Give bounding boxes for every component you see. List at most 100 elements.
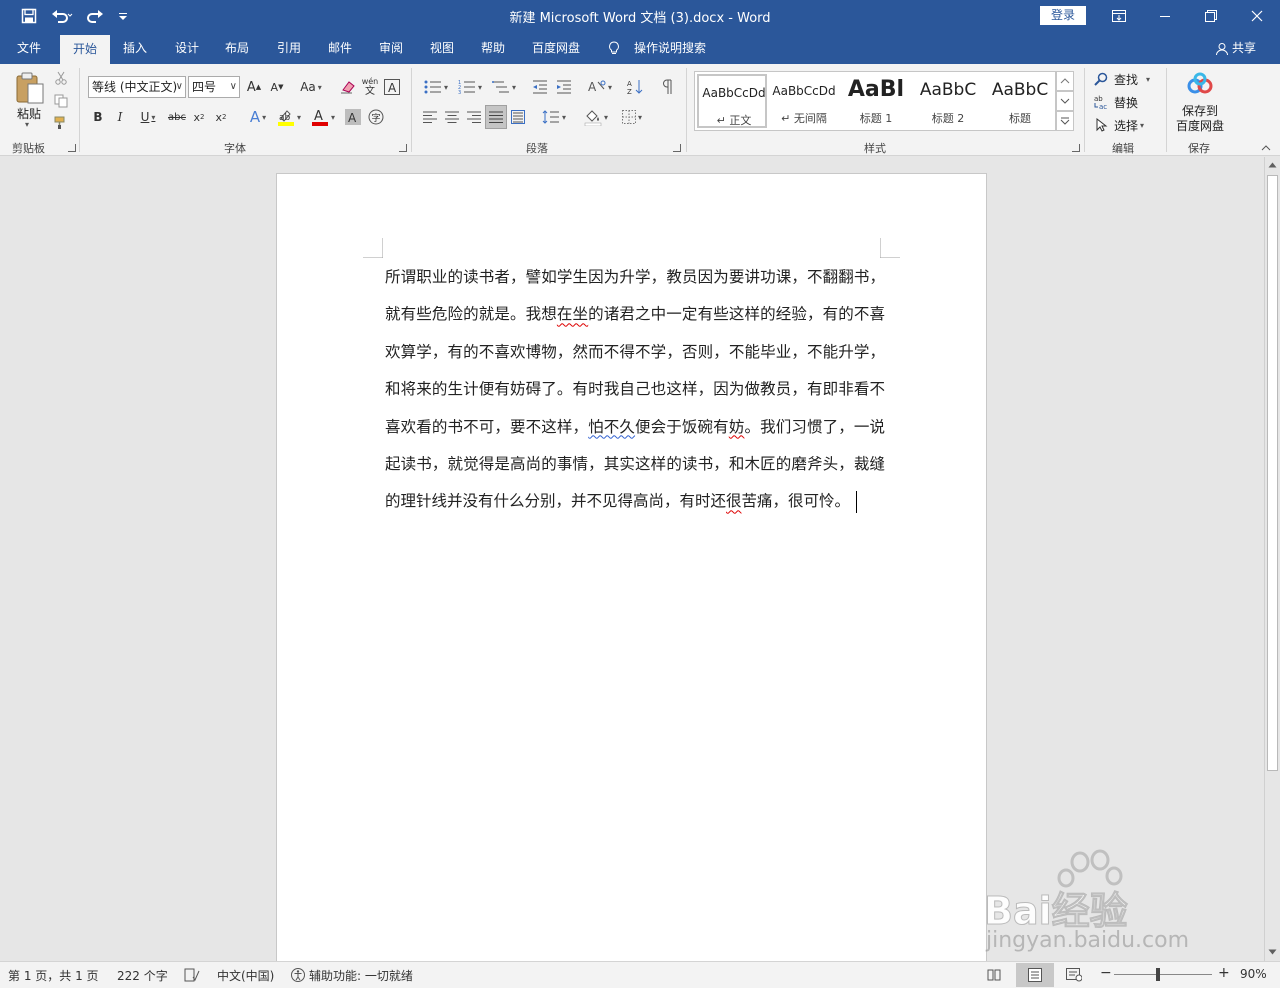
document-page[interactable]: 所谓职业的读书者，譬如学生因为升学，教员因为要讲功课，不翻翻书，就有些危险的就是… <box>276 173 987 961</box>
character-shading-icon[interactable]: A <box>343 106 363 128</box>
line-spacing-icon[interactable]: ▾ <box>538 106 570 128</box>
zoom-slider[interactable] <box>1114 974 1212 975</box>
style-title[interactable]: AaBbC 标题 <box>985 74 1055 128</box>
tab-review[interactable]: 审阅 <box>370 32 412 64</box>
paragraph-launcher-icon[interactable] <box>673 144 681 152</box>
shrink-font-icon[interactable]: A ▼ <box>268 76 286 98</box>
read-mode-icon[interactable] <box>987 968 1001 982</box>
tab-view[interactable]: 视图 <box>421 32 463 64</box>
font-name-combo[interactable]: 等线 (中文正文) ∨ <box>88 76 186 98</box>
document-body[interactable]: 所谓职业的读书者，譬如学生因为升学，教员因为要讲功课，不翻翻书，就有些危险的就是… <box>385 259 885 521</box>
style-heading-1[interactable]: AaBl 标题 1 <box>841 74 911 128</box>
paste-icon[interactable] <box>10 68 50 108</box>
shading-icon[interactable]: ▾ <box>580 106 612 128</box>
asian-layout-icon[interactable]: A ▾ <box>584 76 616 98</box>
undo-icon[interactable] <box>48 0 76 32</box>
zoom-in-button[interactable]: + <box>1218 965 1230 981</box>
enclose-characters-icon[interactable]: 字 <box>366 106 386 128</box>
style-heading-2[interactable]: AaBbC 标题 2 <box>913 74 983 128</box>
copy-icon[interactable] <box>52 92 70 110</box>
justify-icon[interactable] <box>485 105 507 129</box>
accessibility-icon[interactable] <box>290 967 306 983</box>
vertical-scrollbar[interactable] <box>1264 157 1280 961</box>
show-formatting-marks-icon[interactable] <box>658 76 678 98</box>
login-button[interactable]: 登录 <box>1040 6 1086 25</box>
multilevel-list-icon[interactable]: ▾ <box>488 76 520 98</box>
paste-dropdown-icon[interactable]: ▾ <box>25 120 29 129</box>
redo-icon[interactable] <box>80 0 110 32</box>
bold-icon[interactable]: B <box>90 106 106 128</box>
tell-me-search[interactable]: 操作说明搜索 <box>606 32 716 64</box>
font-color-icon[interactable]: A ▾ <box>308 106 338 128</box>
save-to-baidu-button[interactable]: 保存到 百度网盘 <box>1172 104 1228 134</box>
distributed-icon[interactable] <box>508 106 528 128</box>
cut-icon[interactable] <box>52 69 70 87</box>
increase-indent-icon[interactable] <box>554 76 574 98</box>
customize-toolbar-icon[interactable] <box>108 0 138 32</box>
restore-icon[interactable] <box>1188 0 1234 32</box>
phonetic-guide-icon[interactable]: wén 文 <box>360 75 380 99</box>
tab-home[interactable]: 开始 <box>60 35 110 64</box>
accessibility-status[interactable]: 辅助功能: 一切就绪 <box>309 967 413 984</box>
word-count[interactable]: 222 个字 <box>117 967 168 984</box>
gallery-scroll-up-icon[interactable] <box>1056 71 1074 91</box>
clear-formatting-icon[interactable] <box>338 76 358 98</box>
tab-insert[interactable]: 插入 <box>114 32 156 64</box>
find-button[interactable]: 查找 ▾ <box>1094 70 1150 88</box>
save-icon[interactable] <box>14 0 44 32</box>
borders-icon[interactable]: ▾ <box>616 106 648 128</box>
decrease-indent-icon[interactable] <box>530 76 550 98</box>
language-indicator[interactable]: 中文(中国) <box>217 967 274 984</box>
align-left-icon[interactable] <box>420 106 440 128</box>
baidu-netdisk-icon[interactable] <box>1184 70 1216 98</box>
page-count[interactable]: 第 1 页，共 1 页 <box>8 967 99 984</box>
scrollbar-thumb[interactable] <box>1267 175 1278 771</box>
tab-references[interactable]: 引用 <box>268 32 310 64</box>
underline-icon[interactable]: U ▾ <box>134 106 162 128</box>
share-button[interactable]: 共享 <box>1215 32 1256 64</box>
tab-layout[interactable]: 布局 <box>216 32 258 64</box>
style-no-spacing[interactable]: AaBbCcDd ↵ 无间隔 <box>769 74 839 128</box>
web-layout-icon[interactable] <box>1066 968 1082 982</box>
zoom-out-button[interactable]: − <box>1100 965 1112 981</box>
tab-baidu-netdisk[interactable]: 百度网盘 <box>526 32 586 64</box>
font-size-combo[interactable]: 四号 ∨ <box>188 76 240 98</box>
subscript-icon[interactable]: x2 <box>190 106 208 128</box>
numbering-icon[interactable]: 1 2 3 ▾ <box>454 76 486 98</box>
gallery-scroll-down-icon[interactable] <box>1056 91 1074 111</box>
italic-icon[interactable]: I <box>112 106 128 128</box>
close-icon[interactable] <box>1234 0 1280 32</box>
minimize-icon[interactable] <box>1142 0 1188 32</box>
tab-mailings[interactable]: 邮件 <box>319 32 361 64</box>
zoom-slider-thumb[interactable] <box>1155 968 1160 981</box>
align-right-icon[interactable] <box>464 106 484 128</box>
print-layout-button[interactable] <box>1016 963 1054 987</box>
replace-button[interactable]: ab ac 替换 <box>1094 93 1138 111</box>
font-launcher-icon[interactable] <box>399 144 407 152</box>
scroll-up-icon[interactable] <box>1268 162 1277 168</box>
scroll-down-icon[interactable] <box>1268 949 1277 955</box>
styles-launcher-icon[interactable] <box>1072 144 1080 152</box>
character-border-icon[interactable]: A <box>382 76 402 98</box>
bullets-icon[interactable]: ▾ <box>420 76 452 98</box>
tab-file[interactable]: 文件 <box>6 32 52 64</box>
clipboard-launcher-icon[interactable] <box>68 144 76 152</box>
strikethrough-icon[interactable]: abc <box>166 106 188 128</box>
format-painter-icon[interactable] <box>52 114 70 132</box>
ribbon-display-options-icon[interactable] <box>1096 0 1142 32</box>
tab-design[interactable]: 设计 <box>166 32 208 64</box>
text-effects-icon[interactable]: A ▾ <box>244 106 272 128</box>
style-normal[interactable]: AaBbCcDd ↵ 正文 <box>697 74 767 128</box>
zoom-level[interactable]: 90% <box>1240 967 1267 981</box>
align-center-icon[interactable] <box>442 106 462 128</box>
highlight-icon[interactable]: ab ▾ <box>274 106 304 128</box>
proofing-icon[interactable] <box>184 968 200 982</box>
grow-font-icon[interactable]: A ▲ <box>245 76 263 98</box>
collapse-ribbon-icon[interactable] <box>1258 142 1274 154</box>
tab-help[interactable]: 帮助 <box>472 32 514 64</box>
gallery-more-icon[interactable] <box>1056 111 1074 131</box>
superscript-icon[interactable]: x2 <box>212 106 230 128</box>
sort-icon[interactable]: AZ <box>624 76 646 98</box>
change-case-icon[interactable]: Aa ▾ <box>296 76 326 98</box>
select-button[interactable]: 选择 ▾ <box>1094 116 1144 134</box>
